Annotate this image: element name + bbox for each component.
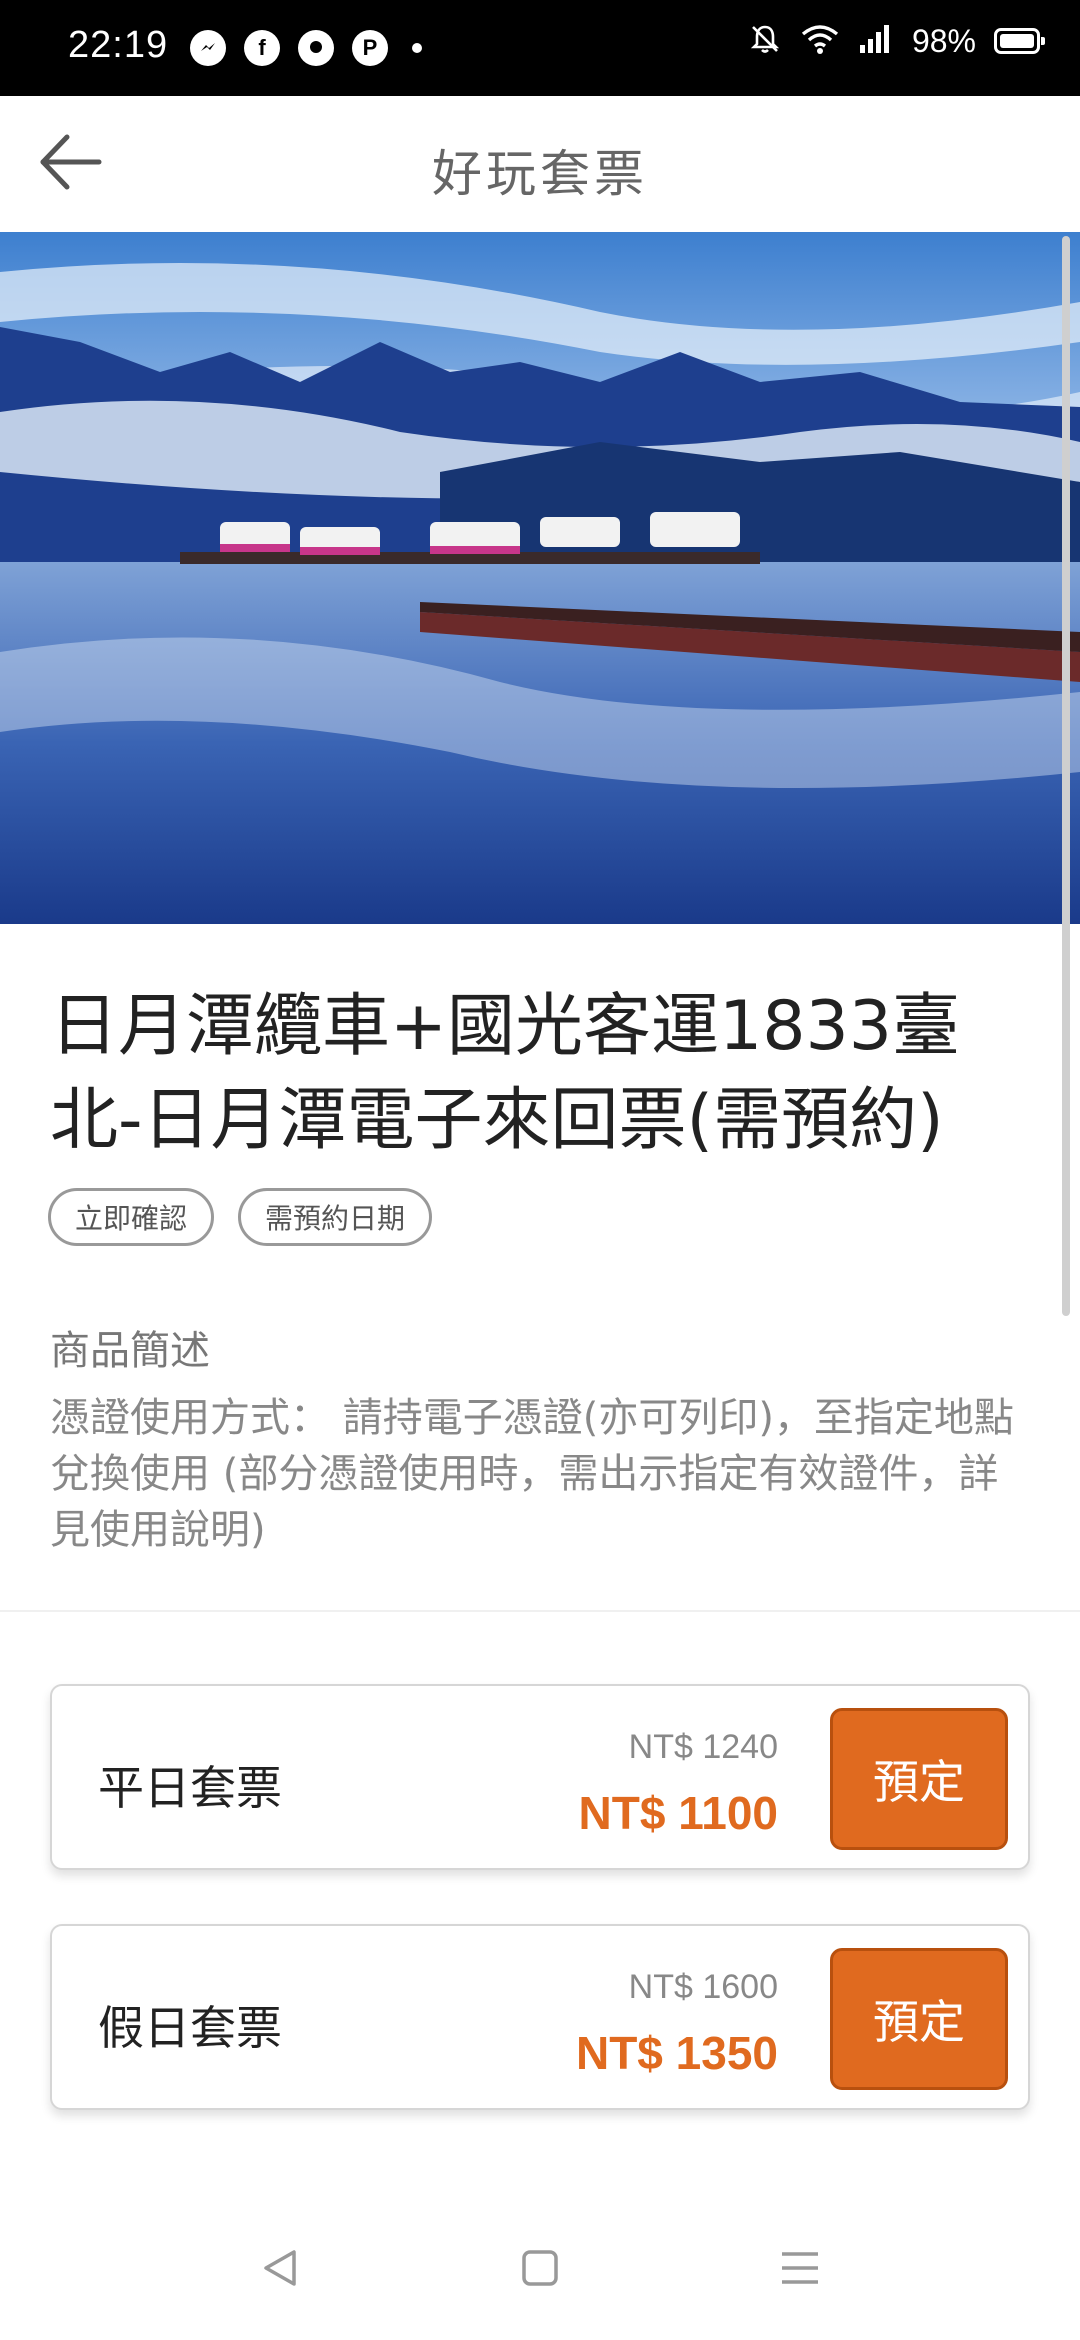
system-nav-bar (0, 2200, 1080, 2340)
bell-off-icon (748, 22, 782, 60)
book-button[interactable]: 預定 (830, 1708, 1008, 1850)
divider (0, 1610, 1080, 1612)
app-bar: 好玩套票 (0, 96, 1080, 232)
back-triangle-icon (258, 2246, 302, 2294)
facebook-icon: f (244, 30, 280, 66)
page-title: 好玩套票 (432, 145, 648, 203)
scrollbar[interactable] (1062, 236, 1070, 1316)
hero-image (0, 232, 1080, 924)
package-card-holiday: 假日套票 NT$ 1600 NT$ 1350 預定 (50, 1924, 1030, 2110)
tag-instant-confirm: 立即確認 (48, 1188, 215, 1246)
pinterest-icon: P (352, 30, 388, 66)
nav-home-button[interactable] (510, 2240, 570, 2300)
product-tags: 立即確認 需預約日期 (48, 1188, 433, 1246)
section-label: 商品簡述 (50, 1328, 210, 1374)
battery-icon (994, 28, 1045, 54)
sale-price: NT$ 1100 (578, 1787, 778, 1839)
messenger-icon (190, 30, 226, 66)
package-name: 假日套票 (98, 2001, 282, 2055)
home-square-icon (518, 2246, 562, 2294)
book-button[interactable]: 預定 (830, 1948, 1008, 2090)
system-status: 98% (748, 22, 1045, 60)
tag-reserve-date: 需預約日期 (238, 1188, 433, 1246)
status-time: 22:19 (68, 24, 169, 66)
nav-back-button[interactable] (250, 2240, 310, 2300)
more-notifications-dot (412, 43, 422, 53)
lake-photo (0, 232, 1080, 924)
nav-menu-button[interactable] (770, 2240, 830, 2300)
wifi-icon (800, 23, 840, 59)
original-price: NT$ 1240 (628, 1728, 778, 1766)
package-card-weekday: 平日套票 NT$ 1240 NT$ 1100 預定 (50, 1684, 1030, 1870)
signal-icon (858, 23, 894, 59)
menu-lines-icon (778, 2246, 822, 2294)
battery-percent: 98% (911, 22, 976, 59)
product-description: 憑證使用方式： 請持電子憑證(亦可列印)，至指定地點兌換使用 (部分憑證使用時，… (50, 1395, 1014, 1553)
notification-icons: f P (190, 30, 422, 66)
sale-price: NT$ 1350 (575, 2027, 778, 2079)
status-bar: 22:19 f P 98% (0, 0, 1080, 96)
chat-icon (298, 30, 334, 66)
product-title: 日月潭纜車+國光客運1833臺北-日月潭電子來回票(需預約) (50, 987, 961, 1160)
original-price: NT$ 1600 (628, 1968, 778, 2006)
package-name: 平日套票 (98, 1761, 282, 1815)
